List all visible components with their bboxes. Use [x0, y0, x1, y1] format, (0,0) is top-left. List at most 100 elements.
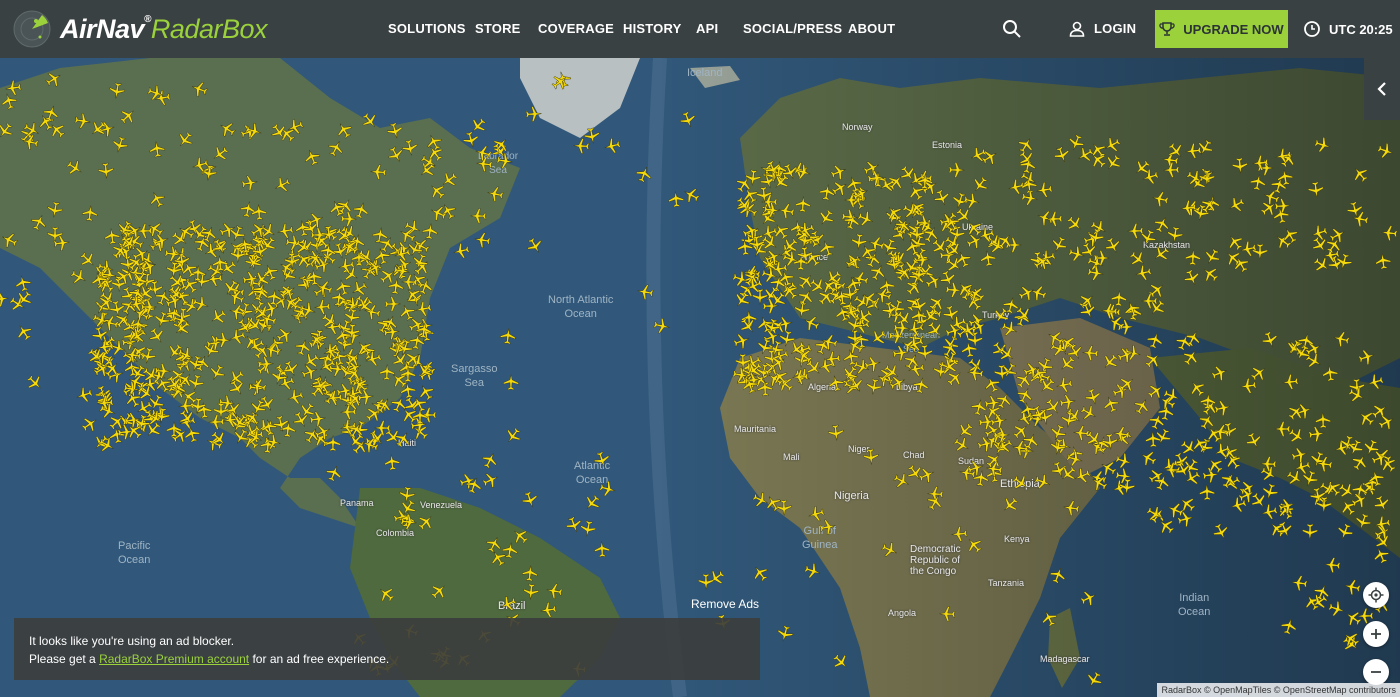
- aircraft-icon[interactable]: [993, 363, 1012, 382]
- aircraft-icon[interactable]: [520, 563, 540, 583]
- aircraft-icon[interactable]: [1058, 410, 1079, 431]
- aircraft-icon[interactable]: [250, 202, 269, 221]
- aircraft-icon[interactable]: [274, 221, 295, 242]
- aircraft-icon[interactable]: [909, 265, 928, 284]
- aircraft-icon[interactable]: [1085, 226, 1106, 247]
- aircraft-icon[interactable]: [1183, 248, 1202, 267]
- aircraft-icon[interactable]: [538, 599, 558, 619]
- aircraft-icon[interactable]: [593, 539, 612, 558]
- aircraft-icon[interactable]: [992, 426, 1010, 444]
- aircraft-icon[interactable]: [1274, 167, 1295, 188]
- aircraft-icon[interactable]: [1379, 223, 1399, 243]
- aircraft-icon[interactable]: [524, 105, 543, 124]
- aircraft-icon[interactable]: [1258, 454, 1277, 473]
- aircraft-icon[interactable]: [1132, 262, 1154, 284]
- zoom-out-button[interactable]: [1363, 659, 1389, 685]
- aircraft-icon[interactable]: [1307, 424, 1327, 444]
- aircraft-icon[interactable]: [1250, 243, 1268, 261]
- aircraft-icon[interactable]: [577, 519, 598, 540]
- aircraft-icon[interactable]: [107, 80, 128, 101]
- aircraft-icon[interactable]: [948, 161, 966, 179]
- aircraft-icon[interactable]: [1305, 180, 1325, 200]
- aircraft-icon[interactable]: [1020, 188, 1041, 209]
- aircraft-icon[interactable]: [52, 233, 72, 253]
- aircraft-icon[interactable]: [1320, 363, 1340, 383]
- aircraft-icon[interactable]: [1273, 145, 1294, 166]
- aircraft-icon[interactable]: [866, 168, 886, 188]
- aircraft-icon[interactable]: [495, 151, 516, 172]
- aircraft-icon[interactable]: [793, 194, 812, 213]
- aircraft-icon[interactable]: [581, 125, 602, 146]
- aircraft-icon[interactable]: [450, 240, 472, 262]
- aircraft-icon[interactable]: [651, 315, 672, 336]
- nav-api[interactable]: API: [696, 0, 718, 58]
- aircraft-icon[interactable]: [1197, 483, 1216, 502]
- aircraft-icon[interactable]: [414, 320, 434, 340]
- aircraft-icon[interactable]: [1149, 188, 1170, 209]
- aircraft-icon[interactable]: [1080, 343, 1099, 362]
- aircraft-icon[interactable]: [498, 326, 518, 346]
- aircraft-icon[interactable]: [1349, 209, 1370, 230]
- aircraft-icon[interactable]: [1165, 225, 1186, 246]
- aircraft-icon[interactable]: [916, 171, 935, 190]
- aircraft-icon[interactable]: [965, 363, 985, 383]
- aircraft-icon[interactable]: [474, 154, 494, 174]
- nav-about[interactable]: ABOUT: [848, 0, 895, 58]
- aircraft-icon[interactable]: [1099, 302, 1118, 321]
- aircraft-icon[interactable]: [399, 137, 421, 159]
- locate-me-button[interactable]: [1363, 582, 1389, 608]
- search-icon[interactable]: [1000, 17, 1024, 41]
- aircraft-icon[interactable]: [826, 423, 846, 443]
- aircraft-icon[interactable]: [937, 604, 956, 623]
- aircraft-icon[interactable]: [1322, 556, 1342, 576]
- aircraft-icon[interactable]: [1231, 156, 1251, 176]
- aircraft-icon[interactable]: [1289, 573, 1309, 593]
- aircraft-icon[interactable]: [80, 203, 100, 223]
- aircraft-icon[interactable]: [775, 499, 794, 518]
- aircraft-icon[interactable]: [501, 373, 519, 391]
- aircraft-icon[interactable]: [411, 407, 429, 425]
- aircraft-icon[interactable]: [228, 246, 247, 265]
- aircraft-icon[interactable]: [1280, 372, 1300, 392]
- aircraft-icon[interactable]: [1373, 251, 1393, 271]
- aircraft-icon[interactable]: [469, 207, 487, 225]
- aircraft-icon[interactable]: [96, 161, 116, 181]
- aircraft-icon[interactable]: [743, 168, 763, 188]
- aircraft-icon[interactable]: [1198, 392, 1217, 411]
- aircraft-icon[interactable]: [382, 452, 402, 472]
- nav-history[interactable]: HISTORY: [623, 0, 681, 58]
- aircraft-icon[interactable]: [1061, 498, 1081, 518]
- aircraft-icon[interactable]: [736, 237, 756, 257]
- aircraft-icon[interactable]: [1273, 420, 1291, 438]
- aircraft-icon[interactable]: [959, 338, 980, 359]
- aircraft-icon[interactable]: [862, 447, 881, 466]
- aircraft-icon[interactable]: [635, 282, 656, 303]
- aircraft-icon[interactable]: [249, 240, 270, 261]
- zoom-in-button[interactable]: [1363, 621, 1389, 647]
- aircraft-icon[interactable]: [211, 254, 231, 274]
- aircraft-icon[interactable]: [1314, 454, 1334, 474]
- aircraft-icon[interactable]: [212, 402, 230, 420]
- brand-logo[interactable]: AirNav®RadarBox: [12, 8, 268, 50]
- nav-coverage[interactable]: COVERAGE: [538, 0, 614, 58]
- aircraft-icon[interactable]: [817, 182, 838, 203]
- aircraft-icon[interactable]: [756, 379, 775, 398]
- aircraft-icon[interactable]: [697, 573, 715, 591]
- premium-account-link[interactable]: RadarBox Premium account: [99, 652, 249, 666]
- aircraft-icon[interactable]: [1161, 160, 1180, 179]
- nav-solutions[interactable]: SOLUTIONS: [388, 0, 466, 58]
- aircraft-icon[interactable]: [822, 349, 842, 369]
- aircraft-icon[interactable]: [239, 173, 260, 194]
- aircraft-icon[interactable]: [1118, 477, 1138, 497]
- aircraft-icon[interactable]: [95, 337, 115, 357]
- aircraft-icon[interactable]: [471, 229, 492, 250]
- login-button[interactable]: LOGIN: [1068, 0, 1136, 58]
- aircraft-icon[interactable]: [1250, 153, 1270, 173]
- remove-ads-link[interactable]: Remove Ads: [691, 597, 759, 611]
- aircraft-icon[interactable]: [762, 200, 782, 220]
- aircraft-icon[interactable]: [949, 524, 969, 544]
- sidebar-toggle-button[interactable]: [1364, 58, 1400, 120]
- nav-store[interactable]: STORE: [475, 0, 521, 58]
- aircraft-icon[interactable]: [214, 331, 233, 350]
- aircraft-icon[interactable]: [521, 583, 541, 603]
